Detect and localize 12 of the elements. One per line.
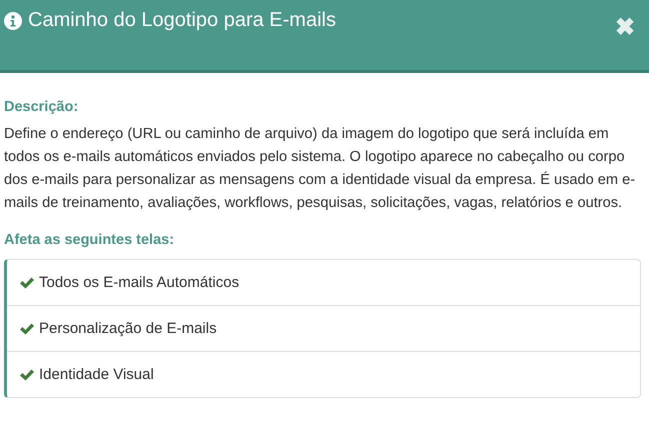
section-heading: Descrição:	[4, 99, 80, 115]
section-heading: Afeta as seguintes telas:	[4, 232, 176, 248]
close-button[interactable]: ✖	[615, 16, 635, 40]
checkmark-icon	[19, 322, 35, 336]
description-text: Define o endereço (URL ou caminho de arquivo) da imagem do logotipo que será incluída em todos os e-mails automáticos enviados pelo sistema. O logotipo aparece no cabeçalho ou corpo dos e-mails para personalizar as mensagens com a identidade visual da empresa. É usado em e-mails de treinamento, avaliações, workflows, pesquisas, solicitações, vagas, relatórios e outros.	[4, 125, 636, 213]
screen-name: Personalização de E-mails	[39, 320, 217, 337]
info-icon	[4, 12, 22, 30]
screen-name: Todos os E-mails Automáticos	[39, 274, 240, 291]
checkmark-icon	[19, 276, 35, 290]
checkmark-icon	[19, 368, 35, 382]
screen-name: Identidade Visual	[39, 366, 154, 383]
window-title: Caminho do Logotipo para E-mails	[28, 9, 336, 32]
